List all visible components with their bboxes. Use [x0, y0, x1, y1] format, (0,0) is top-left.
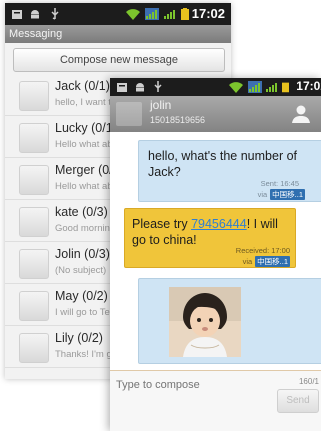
android-icon [136, 83, 144, 92]
conversation-screen: 17:02 jolin 15018519656 hello, what's th… [110, 78, 321, 431]
message-status: Sent: 16:45 [260, 179, 299, 188]
conversation-name: kate (0/3) [55, 205, 108, 219]
usb-icon [51, 8, 59, 20]
status-bar: 17:02 [110, 78, 321, 96]
message-text: go to china! [132, 233, 197, 247]
avatar [19, 165, 49, 195]
avatar [19, 249, 49, 279]
contact-person-icon[interactable] [291, 104, 311, 124]
compose-input[interactable] [114, 375, 268, 395]
carrier-info: via 中国移..1 [242, 256, 290, 267]
conversation-name: Lucky (0/1 [55, 121, 113, 135]
conversation-snippet: Hello what ab [55, 181, 113, 192]
signal-icon [145, 8, 159, 20]
wifi-icon [229, 82, 243, 93]
message-status: Received: 17:00 [235, 246, 290, 255]
avatar [19, 333, 49, 363]
notification-icon [117, 83, 127, 92]
phone-number-link[interactable]: 79456444 [191, 217, 247, 231]
message-text: Please try 79456444! I will [132, 217, 278, 231]
compose-new-message-button[interactable]: Compose new message [13, 48, 225, 72]
conversation-name: Jack (0/1) [55, 79, 110, 93]
sent-message-bubble[interactable]: hello, what's the number of Jack? Sent: … [138, 140, 321, 202]
status-bar: 17:02 [5, 3, 231, 25]
child-photo[interactable] [169, 287, 241, 357]
conversation-name: May (0/2) [55, 289, 108, 303]
notification-icon [12, 10, 22, 19]
conversation-name: Merger (0/ [55, 163, 113, 177]
signal-icon [164, 10, 175, 19]
avatar [19, 81, 49, 111]
signal-icon [248, 81, 262, 93]
picture-message-bubble[interactable] [138, 278, 321, 364]
conversation-snippet: Good morning [55, 223, 116, 234]
conversation-snippet: Thanks! I'm g [55, 349, 112, 360]
conversation-snippet: I will go to Tel [55, 307, 112, 318]
avatar [19, 207, 49, 237]
char-count: 160/1 [298, 377, 319, 386]
app-title: Messaging [5, 25, 231, 43]
carrier-badge: 中国移..1 [270, 189, 305, 200]
message-text: Jack? [148, 165, 181, 179]
avatar [19, 291, 49, 321]
contact-phone: 15018519656 [150, 115, 206, 125]
wifi-icon [126, 9, 140, 20]
usb-icon [154, 81, 162, 92]
conversation-snippet: hello, I want t [55, 97, 111, 108]
status-time: 17:02 [296, 79, 321, 93]
avatar [19, 123, 49, 153]
contact-name: jolin [150, 98, 172, 112]
android-icon [31, 10, 39, 19]
battery-icon [181, 8, 189, 20]
status-time: 17:02 [191, 6, 225, 21]
carrier-info: via 中国移..1 [257, 189, 305, 200]
contact-header: jolin 15018519656 [110, 96, 321, 132]
compose-area: 160/1 Send [110, 370, 321, 431]
avatar [116, 102, 142, 126]
conversation-snippet: Hello what ab [55, 139, 113, 150]
send-button[interactable]: Send [277, 389, 319, 413]
carrier-badge: 中国移..1 [255, 256, 290, 267]
received-message-bubble[interactable]: Please try 79456444! I will go to china!… [124, 208, 296, 268]
message-text: hello, what's the number of [148, 149, 297, 163]
conversation-name: Jolin (0/3) [55, 247, 110, 261]
battery-icon [282, 82, 289, 93]
conversation-name: Lily (0/2) [55, 331, 103, 345]
conversation-snippet: (No subject) [55, 265, 107, 276]
signal-icon [266, 83, 277, 92]
